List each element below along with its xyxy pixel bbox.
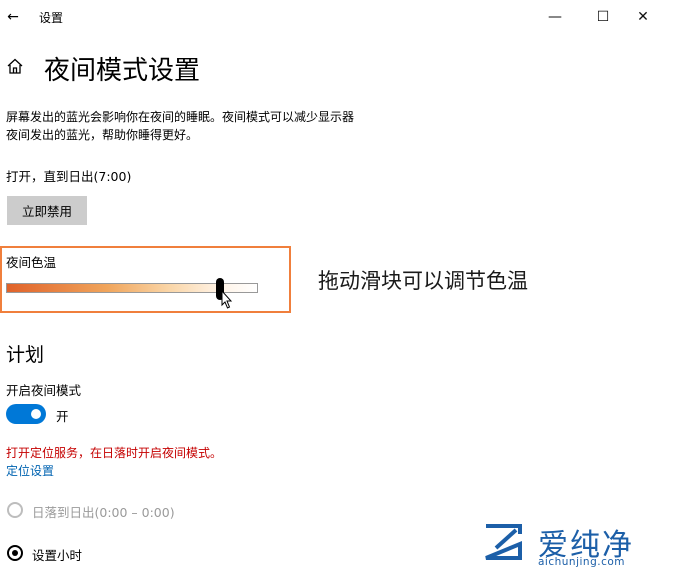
toggle-knob [31,409,41,419]
description-line-2: 夜间发出的蓝光，帮助你睡得更好。 [6,128,199,142]
disable-now-button[interactable]: 立即禁用 [7,196,87,225]
watermark: 爱纯净 aichunjing.com [476,518,672,572]
home-icon[interactable] [6,57,24,75]
page-description: 屏幕发出的蓝光会影响你在夜间的睡眠。夜间模式可以减少显示器 夜间发出的蓝光，帮助… [6,108,426,144]
radio-set-hours[interactable] [7,545,23,561]
color-temp-label: 夜间色温 [6,255,57,270]
page-title: 夜间模式设置 [44,56,201,86]
location-warning: 打开定位服务，在日落时开启夜间模式。 [6,446,223,460]
radio-sunset-to-sunrise[interactable] [7,502,23,518]
radio-selected-dot [12,550,18,556]
close-icon[interactable]: ✕ [628,6,658,28]
schedule-toggle[interactable] [6,404,46,424]
brand-url: aichunjing.com [538,556,626,568]
radio-set-hours-label: 设置小时 [32,548,83,563]
slider-callout: 拖动滑块可以调节色温 [318,269,528,293]
schedule-section-title: 计划 [6,344,45,366]
brand-logo-icon [485,524,522,560]
schedule-toggle-label: 开启夜间模式 [6,383,82,398]
minimize-icon[interactable]: — [540,6,570,28]
maximize-icon[interactable]: ☐ [588,6,618,28]
radio-sunset-label: 日落到日出(0:00 – 0:00) [32,505,175,520]
title-bar: ← 设置 — ☐ ✕ [0,0,676,34]
night-light-status: 打开，直到日出(7:00) [6,169,132,184]
location-settings-link[interactable]: 定位设置 [6,462,54,479]
toggle-state-label: 开 [56,409,69,424]
description-line-1: 屏幕发出的蓝光会影响你在夜间的睡眠。夜间模式可以减少显示器 [6,110,355,124]
cursor-icon [221,290,233,309]
back-icon[interactable]: ← [4,8,22,26]
app-title: 设置 [39,11,64,25]
